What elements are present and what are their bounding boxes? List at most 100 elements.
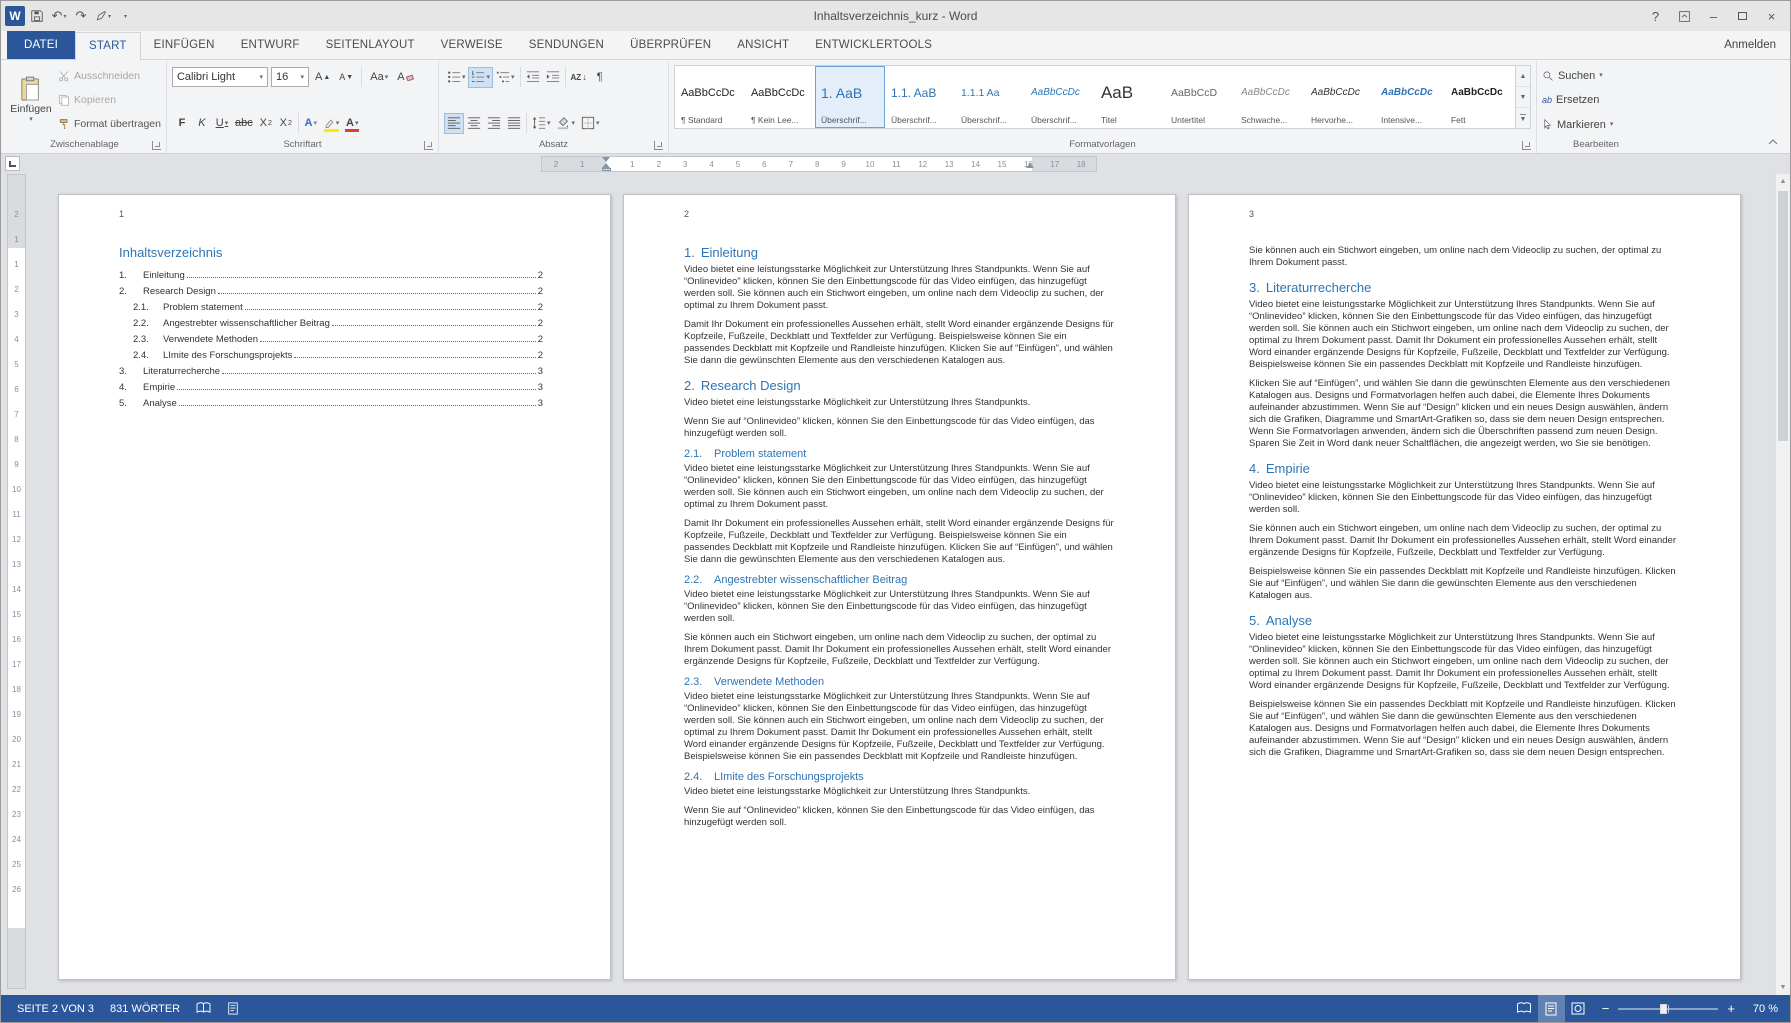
format-painter-button[interactable]: Format übertragen bbox=[58, 114, 161, 133]
zoom-out-button[interactable]: − bbox=[1602, 1001, 1610, 1016]
scroll-up-icon[interactable]: ▲ bbox=[1776, 174, 1790, 189]
vertical-scrollbar[interactable]: ▲ ▼ bbox=[1775, 174, 1790, 995]
font-family-combo[interactable]: Calibri Light▾ bbox=[172, 67, 268, 87]
doc-paragraph[interactable]: Video bietet eine leistungsstarke Möglic… bbox=[684, 691, 1115, 763]
highlight-color-button[interactable]: ▾ bbox=[321, 113, 343, 134]
subscript-button[interactable]: X2 bbox=[256, 113, 276, 134]
styles-dialog-launcher-icon[interactable] bbox=[1522, 141, 1531, 150]
tab-verweise[interactable]: VERWEISE bbox=[428, 32, 516, 59]
restore-button[interactable] bbox=[1728, 5, 1757, 27]
read-mode-button[interactable] bbox=[1511, 995, 1538, 1022]
scroll-down-icon[interactable]: ▼ bbox=[1776, 980, 1790, 995]
doc-paragraph[interactable]: Wenn Sie auf “Onlinevideo” klicken, könn… bbox=[684, 416, 1115, 440]
select-button[interactable]: Markieren▾ bbox=[1542, 115, 1613, 134]
style-item-9[interactable]: AaBbCcDcSchwache... bbox=[1235, 66, 1305, 128]
doc-paragraph[interactable]: Video bietet eine leistungsstarke Möglic… bbox=[684, 463, 1115, 511]
collapse-ribbon-button[interactable] bbox=[1764, 135, 1782, 149]
style-item-2[interactable]: AaBbCcDc¶ Kein Lee... bbox=[745, 66, 815, 128]
style-item-10[interactable]: AaBbCcDcHervorhe... bbox=[1305, 66, 1375, 128]
left-indent-marker[interactable] bbox=[602, 168, 611, 171]
font-dialog-launcher-icon[interactable] bbox=[424, 141, 433, 150]
increase-indent-button[interactable] bbox=[543, 67, 563, 88]
doc-heading[interactable]: 2.4.LImite des Forschungsprojekts bbox=[684, 771, 1115, 783]
style-item-6[interactable]: AaBbCcDcÜberschrif... bbox=[1025, 66, 1095, 128]
copy-button[interactable]: Kopieren bbox=[58, 90, 161, 109]
borders-button[interactable]: ▾ bbox=[578, 113, 603, 134]
doc-paragraph[interactable]: Damit Ihr Dokument ein professionelles A… bbox=[684, 319, 1115, 367]
tab-entwicklertools[interactable]: ENTWICKLERTOOLS bbox=[802, 32, 945, 59]
toc-entry[interactable]: 2.3.Verwendete Methoden2 bbox=[119, 334, 543, 345]
redo-button[interactable]: ↷ bbox=[71, 5, 91, 27]
doc-paragraph[interactable]: Sie können auch ein Stichwort eingeben, … bbox=[1249, 245, 1680, 269]
toc-entry[interactable]: 4.Empirie3 bbox=[119, 382, 543, 393]
vertical-ruler[interactable]: 2112345678910111213141516171819202122232… bbox=[7, 174, 26, 989]
toc-entry[interactable]: 2.2.Angestrebter wissenschaftlicher Beit… bbox=[119, 318, 543, 329]
toc-title[interactable]: Inhaltsverzeichnis bbox=[119, 245, 550, 260]
shrink-font-button[interactable]: A▼ bbox=[336, 67, 356, 88]
font-color-button[interactable]: A▾ bbox=[342, 113, 362, 134]
doc-paragraph[interactable]: Video bietet eine leistungsstarke Möglic… bbox=[1249, 480, 1680, 516]
doc-heading[interactable]: 2.1.Problem statement bbox=[684, 448, 1115, 460]
ribbon-display-options-button[interactable] bbox=[1670, 5, 1699, 27]
page-indicator[interactable]: SEITE 2 VON 3 bbox=[9, 995, 102, 1022]
doc-paragraph[interactable]: Sie können auch ein Stichwort eingeben, … bbox=[684, 632, 1115, 668]
doc-paragraph[interactable]: Beispielsweise können Sie ein passendes … bbox=[1249, 566, 1680, 602]
gallery-scroll-up-icon[interactable]: ▲ bbox=[1516, 66, 1530, 87]
align-right-button[interactable] bbox=[484, 113, 504, 134]
document-page-2[interactable]: 21.EinleitungVideo bietet eine leistungs… bbox=[623, 194, 1176, 980]
doc-heading[interactable]: 3.Literaturrecherche bbox=[1249, 280, 1680, 295]
decrease-indent-button[interactable] bbox=[523, 67, 543, 88]
toc-entry[interactable]: 1.Einleitung2 bbox=[119, 270, 543, 281]
doc-paragraph[interactable]: Video bietet eine leistungsstarke Möglic… bbox=[684, 397, 1115, 409]
style-item-1[interactable]: AaBbCcDc¶ Standard bbox=[675, 66, 745, 128]
shading-button[interactable]: ▾ bbox=[553, 113, 578, 134]
font-size-combo[interactable]: 16▾ bbox=[271, 67, 309, 87]
toc-entry[interactable]: 2.4.LImite des Forschungsprojekts2 bbox=[119, 350, 543, 361]
numbering-button[interactable]: ▾ bbox=[468, 67, 493, 88]
change-case-button[interactable]: Aa▾ bbox=[367, 67, 391, 88]
close-button[interactable]: × bbox=[1757, 5, 1786, 27]
tab-entwurf[interactable]: ENTWURF bbox=[228, 32, 313, 59]
paste-button[interactable]: Einfügen ▾ bbox=[8, 63, 54, 136]
sign-in-link[interactable]: Anmelden bbox=[1724, 39, 1776, 51]
doc-heading[interactable]: 4.Empirie bbox=[1249, 461, 1680, 476]
zoom-in-button[interactable]: + bbox=[1727, 1001, 1735, 1016]
align-left-button[interactable] bbox=[444, 113, 464, 134]
save-button[interactable] bbox=[27, 5, 47, 27]
zoom-level-button[interactable]: 70 % bbox=[1745, 995, 1790, 1022]
minimize-button[interactable]: – bbox=[1699, 5, 1728, 27]
find-button[interactable]: Suchen▾ bbox=[1542, 66, 1613, 85]
document-page-3[interactable]: 3Sie können auch ein Stichwort eingeben,… bbox=[1188, 194, 1741, 980]
gallery-scroll-down-icon[interactable]: ▼ bbox=[1516, 87, 1530, 108]
clipboard-dialog-launcher-icon[interactable] bbox=[152, 141, 161, 150]
proofing-status-button[interactable] bbox=[188, 995, 219, 1022]
strikethrough-button[interactable]: abc bbox=[232, 113, 256, 134]
bullets-button[interactable]: ▾ bbox=[444, 67, 469, 88]
web-layout-button[interactable] bbox=[1565, 995, 1592, 1022]
clear-formatting-button[interactable]: A bbox=[394, 67, 416, 88]
paragraph-dialog-launcher-icon[interactable] bbox=[654, 141, 663, 150]
line-spacing-button[interactable]: ▾ bbox=[529, 113, 554, 134]
zoom-slider[interactable] bbox=[1618, 1008, 1718, 1010]
help-button[interactable]: ? bbox=[1641, 5, 1670, 27]
tab-ansicht[interactable]: ANSICHT bbox=[724, 32, 802, 59]
qat-extra-button-1[interactable]: ▾ bbox=[93, 5, 113, 27]
toc-entry[interactable]: 2.Research Design2 bbox=[119, 286, 543, 297]
doc-paragraph[interactable]: Klicken Sie auf “Einfügen”, und wählen S… bbox=[1249, 378, 1680, 450]
toc-entry[interactable]: 5.Analyse3 bbox=[119, 398, 543, 409]
style-item-3[interactable]: 1. AaBÜberschrif... bbox=[815, 66, 885, 128]
doc-paragraph[interactable]: Video bietet eine leistungsstarke Möglic… bbox=[684, 589, 1115, 625]
toc-entry[interactable]: 3.Literaturrecherche3 bbox=[119, 366, 543, 377]
document-page-1[interactable]: 1Inhaltsverzeichnis1.Einleitung22.Resear… bbox=[58, 194, 611, 980]
doc-paragraph[interactable]: Beispielsweise können Sie ein passendes … bbox=[1249, 699, 1680, 759]
first-line-indent-marker[interactable] bbox=[602, 157, 610, 162]
grow-font-button[interactable]: A▲ bbox=[312, 67, 333, 88]
style-item-8[interactable]: AaBbCcDUntertitel bbox=[1165, 66, 1235, 128]
doc-paragraph[interactable]: Video bietet eine leistungsstarke Möglic… bbox=[684, 264, 1115, 312]
style-item-11[interactable]: AaBbCcDcIntensive... bbox=[1375, 66, 1445, 128]
underline-button[interactable]: U▾ bbox=[212, 113, 232, 134]
doc-paragraph[interactable]: Video bietet eine leistungsstarke Möglic… bbox=[1249, 299, 1680, 371]
toc-entry[interactable]: 2.1.Problem statement2 bbox=[119, 302, 543, 313]
scrollbar-thumb[interactable] bbox=[1778, 191, 1788, 441]
tab-start[interactable]: START bbox=[75, 32, 141, 60]
